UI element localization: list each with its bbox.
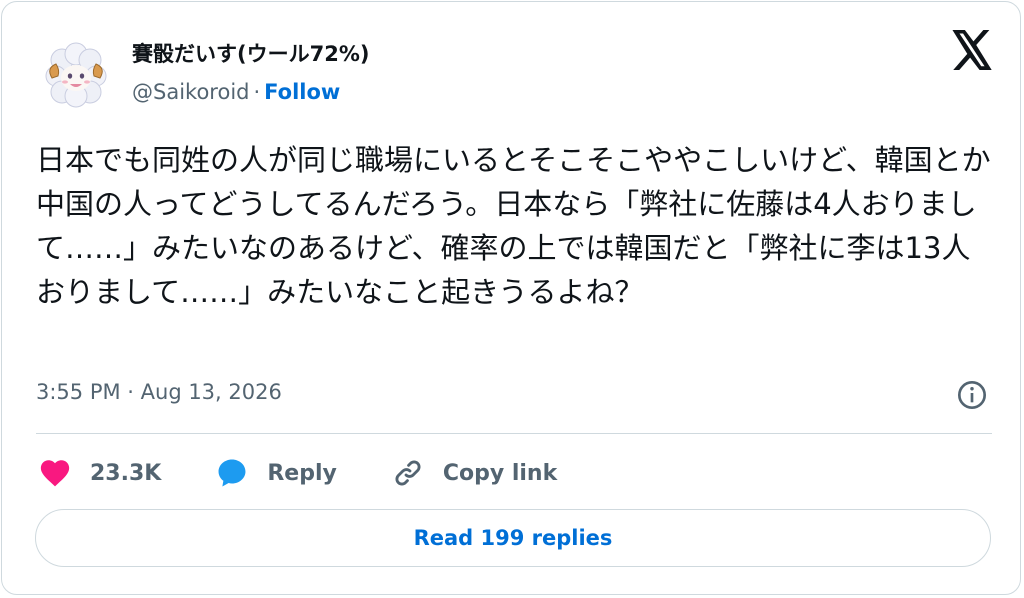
like-count: 23.3K (90, 460, 162, 486)
tweet-text: 日本でも同姓の人が同じ職場にいるとそこそこややこしいけど、韓国とか中国の人ってど… (36, 143, 991, 309)
copy-link-label: Copy link (442, 460, 558, 486)
read-replies-button[interactable]: Read 199 replies (35, 509, 991, 567)
follow-button[interactable]: Follow (264, 80, 340, 104)
link-chain-icon (389, 454, 427, 492)
author-handle-row: @Saikoroid · Follow (132, 80, 340, 104)
like-button[interactable]: 23.3K (36, 454, 161, 492)
info-icon[interactable] (956, 379, 988, 411)
handle-separator: · (253, 80, 261, 104)
x-logo-icon[interactable] (950, 30, 994, 70)
speech-bubble-icon (213, 454, 251, 492)
reply-button[interactable]: Reply (213, 454, 337, 492)
author-handle[interactable]: @Saikoroid (132, 80, 249, 104)
copy-link-button[interactable]: Copy link (389, 454, 557, 492)
tweet-card: 賽骰だいす(ウール72%) @Saikoroid · Follow 日本でも同姓の人… (1, 1, 1021, 595)
reply-label: Reply (267, 460, 337, 486)
action-bar: 23.3K Reply Copy link (36, 451, 609, 495)
tweet-timestamp[interactable]: 3:55 PM · Aug 13, 2026 (36, 380, 282, 404)
avatar[interactable] (38, 38, 114, 114)
divider (36, 433, 992, 434)
heart-icon (36, 454, 74, 492)
fluffy-creature-avatar-icon (39, 39, 113, 113)
author-display-name[interactable]: 賽骰だいす(ウール72%) (132, 38, 369, 68)
